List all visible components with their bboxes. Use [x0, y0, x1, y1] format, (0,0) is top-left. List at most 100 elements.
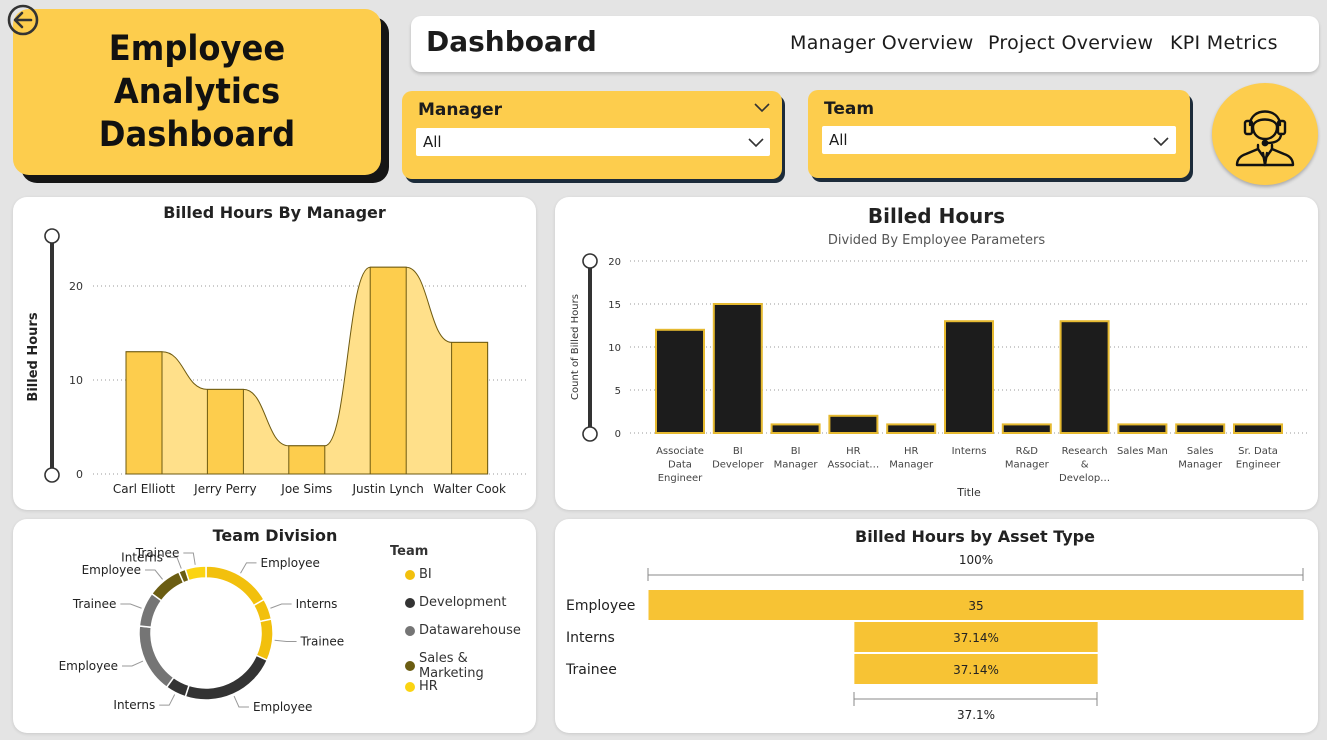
nav-link-kpi-metrics[interactable]: KPI Metrics: [1170, 32, 1278, 54]
y-tick-label: 0: [76, 468, 83, 481]
slice-label: Interns: [296, 597, 338, 611]
bar: [1059, 320, 1110, 434]
x-tick-label: Sales Manager: [1178, 446, 1223, 471]
team-select[interactable]: All: [822, 126, 1176, 154]
category-label: Interns: [566, 630, 615, 646]
x-tick-label-line: Develop…: [1059, 473, 1110, 484]
x-tick-label: Sales Man: [1117, 446, 1168, 457]
x-tick-label: Associate Data Engineer: [656, 446, 704, 484]
legend-label: BI: [419, 567, 432, 582]
bar: [712, 303, 763, 434]
funnel-top-label: 100%: [959, 553, 993, 567]
leader-line: [233, 695, 249, 708]
bar: [125, 351, 163, 475]
x-tick-label-line: &: [1081, 460, 1089, 471]
x-tick-label-line: Research: [1062, 446, 1108, 457]
x-tick-label-line: Sr. Data: [1238, 446, 1278, 457]
x-tick-label: Sr. Data Engineer: [1236, 446, 1281, 471]
x-tick-label: Carl Elliott: [113, 482, 175, 496]
x-tick-label-line: Manager: [1005, 460, 1050, 471]
nav-link-manager-overview[interactable]: Manager Overview: [790, 32, 974, 54]
range-slider[interactable]: [582, 253, 598, 442]
x-tick-label-line: Interns: [952, 446, 987, 457]
y-axis-label: Count of Billed Hours: [570, 294, 581, 400]
team-filter: Team All: [808, 90, 1190, 178]
manager-select[interactable]: All: [416, 128, 770, 156]
bar: [1001, 423, 1052, 434]
funnel-top-bracket: [647, 568, 1304, 581]
team-division-donut: Employee Interns Trainee Employee Interns Emp…: [59, 546, 345, 714]
x-tick-label-line: Engineer: [658, 473, 703, 484]
data-label: 37.14%: [953, 663, 999, 677]
nav-brand[interactable]: Dashboard: [426, 25, 597, 58]
dashboard-title-line2: Dashboard: [98, 114, 296, 155]
manager-select-value: All: [423, 133, 442, 151]
data-label: 35: [968, 599, 983, 613]
legend-label: Sales & Marketing: [418, 651, 484, 681]
y-tick-label: 15: [608, 300, 621, 311]
legend-item[interactable]: Datawarehouse: [405, 623, 521, 638]
manager-filter-label: Manager: [418, 100, 503, 120]
donut-slice: [184, 654, 269, 701]
legend-item[interactable]: Development: [405, 595, 507, 610]
chevron-down-icon[interactable]: [754, 103, 770, 113]
y-tick-label: 5: [615, 386, 621, 397]
x-tick-label-line: Data: [668, 460, 692, 471]
legend-dot: [405, 661, 415, 671]
leader-line: [120, 603, 142, 609]
team-division-card: Team Division Employee Interns Trainee Empl…: [13, 519, 536, 733]
y-axis-label: Billed Hours: [26, 312, 41, 401]
leader-line: [122, 660, 144, 667]
nav-link-project-overview[interactable]: Project Overview: [988, 32, 1153, 54]
slice-label: Interns: [113, 698, 155, 712]
leader-line: [270, 603, 292, 609]
billed-hours-by-asset-type-chart: 100% 35 Employee 37.14% Interns 37.14% Traine…: [565, 553, 1304, 722]
x-axis-label: Title: [956, 486, 981, 499]
x-tick-label-line: HR: [846, 446, 861, 457]
x-tick-label-line: Engineer: [1236, 460, 1281, 471]
slice-label: Employee: [59, 659, 118, 673]
legend-label: Datawarehouse: [419, 623, 521, 638]
x-tick-label-line: Developer: [712, 460, 764, 471]
team-filter-label: Team: [824, 99, 875, 119]
legend-dot: [405, 625, 415, 636]
back-arrow-icon[interactable]: [7, 4, 39, 36]
funnel-bottom-label: 37.1%: [957, 708, 995, 722]
bar: [206, 388, 244, 475]
billed-hours-by-manager-chart: Billed Hours 0 10 20 Carl Elliott Jerry Per…: [26, 228, 526, 496]
team-select-value: All: [829, 131, 848, 149]
x-tick-label-line: BI: [791, 446, 801, 457]
legend-item[interactable]: BI: [405, 567, 432, 582]
category-label: Employee: [566, 598, 635, 614]
data-label: 37.14%: [953, 631, 999, 645]
x-tick-label-line: R&D: [1016, 446, 1039, 457]
bar: [655, 328, 705, 434]
funnel-bottom-bracket: [853, 692, 1098, 706]
x-tick-label-line: Manager: [774, 460, 819, 471]
slice-label: Trainee: [300, 634, 345, 648]
donut-slice: [255, 618, 274, 662]
chevron-down-icon[interactable]: [748, 138, 764, 148]
bar: [1117, 423, 1168, 434]
donut-slice: [184, 565, 207, 582]
bar: [369, 266, 407, 475]
x-tick-label: Research & Develop…: [1059, 446, 1110, 484]
legend-dot: [405, 681, 415, 692]
avatar[interactable]: [1212, 83, 1318, 185]
billed-hours-by-manager-card: Billed Hours By Manager Billed Hours 0 10…: [13, 197, 536, 510]
range-slider[interactable]: [44, 228, 60, 483]
x-tick-label: R&D Manager: [1005, 446, 1050, 471]
x-tick-label: HR Associat…: [828, 446, 880, 471]
leader-line: [145, 569, 163, 580]
chevron-down-icon[interactable]: [1153, 137, 1169, 147]
dashboard-title-card: Employee Analytics Dashboard: [13, 9, 381, 175]
billed-hours-chart: Count of Billed Hours Title 0 5 10 15 20 Ass…: [570, 253, 1310, 499]
bar: [944, 320, 994, 434]
legend-item[interactable]: HR: [405, 679, 438, 694]
y-tick-label: 20: [608, 257, 621, 268]
x-tick-label-line: Sales Man: [1117, 446, 1168, 457]
x-tick-label: Justin Lynch: [352, 482, 424, 496]
x-tick-label-line: Manager: [1178, 460, 1223, 471]
slice-label: Trainee: [72, 597, 117, 611]
legend-item[interactable]: Sales & Marketing: [405, 651, 536, 681]
